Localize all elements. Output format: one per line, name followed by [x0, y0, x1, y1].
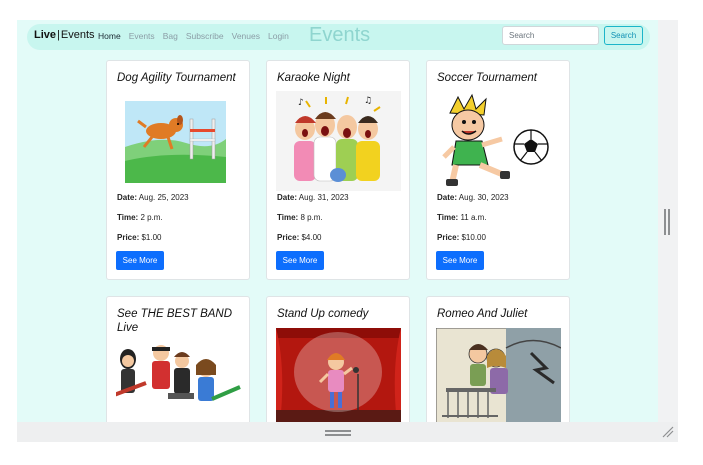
brand-left: Live [34, 29, 57, 41]
navbar: Live|Events Home Events Bag Subscribe Ve… [27, 24, 650, 50]
dog-agility-image [116, 95, 241, 187]
vertical-resize-handle[interactable] [664, 209, 670, 235]
event-price: Price: $4.00 [277, 233, 322, 242]
event-title: Dog Agility Tournament [117, 72, 236, 84]
time-label: Time: [117, 213, 139, 222]
nav-link-bag[interactable]: Bag [163, 31, 178, 41]
soccer-image [436, 91, 561, 191]
page-heading: Events [309, 24, 371, 46]
time-value: 8 p.m. [300, 213, 323, 222]
event-title: Soccer Tournament [437, 72, 537, 84]
event-card: See THE BEST BAND Live [106, 296, 250, 422]
brand-logo[interactable]: Live|Events [34, 29, 95, 41]
price-value: $1.00 [141, 233, 162, 242]
page-viewport[interactable]: Live|Events Home Events Bag Subscribe Ve… [17, 20, 658, 422]
search-button[interactable]: Search [604, 26, 643, 45]
romeo-juliet-image [436, 328, 561, 422]
svg-text:♪: ♪ [298, 98, 304, 108]
nav-links: Home Events Bag Subscribe Venues Login [98, 31, 289, 41]
date-value: Aug. 31, 2023 [298, 193, 349, 202]
event-price: Price: $10.00 [437, 233, 486, 242]
horizontal-resize-handle[interactable] [325, 430, 351, 436]
see-more-button[interactable]: See More [116, 251, 164, 270]
event-title: Karaoke Night [277, 72, 350, 84]
search-input[interactable] [502, 26, 599, 45]
brand-separator: | [57, 29, 60, 41]
nav-link-subscribe[interactable]: Subscribe [186, 31, 224, 41]
time-label: Time: [437, 213, 459, 222]
corner-resize-grip-icon[interactable] [660, 424, 676, 440]
brand-right: Events [60, 29, 95, 41]
event-time: Time: 2 p.m. [117, 213, 163, 222]
time-label: Time: [277, 213, 299, 222]
event-title: Stand Up comedy [277, 308, 369, 320]
date-label: Date: [437, 193, 458, 202]
price-value: $10.00 [461, 233, 486, 242]
date-label: Date: [277, 193, 298, 202]
event-time: Time: 11 a.m. [437, 213, 487, 222]
event-title: Romeo And Juliet [437, 308, 528, 320]
nav-link-venues[interactable]: Venues [232, 31, 260, 41]
preview-frame: Live|Events Home Events Bag Subscribe Ve… [17, 20, 678, 442]
event-date: Date: Aug. 31, 2023 [277, 193, 349, 202]
event-card: Dog Agility Tournament Date: Aug. 25, 20… [106, 60, 250, 280]
event-title: See THE BEST BAND Live [117, 308, 233, 334]
date-value: Aug. 25, 2023 [138, 193, 189, 202]
date-value: Aug. 30, 2023 [458, 193, 509, 202]
event-date: Date: Aug. 25, 2023 [117, 193, 189, 202]
event-card: Romeo And Juliet [426, 296, 570, 422]
event-price: Price: $1.00 [117, 233, 162, 242]
price-label: Price: [117, 233, 140, 242]
price-label: Price: [277, 233, 300, 242]
karaoke-image: ♪ ♫ [276, 91, 401, 191]
see-more-button[interactable]: See More [436, 251, 484, 270]
nav-link-home[interactable]: Home [98, 31, 121, 41]
time-value: 2 p.m. [140, 213, 163, 222]
band-image [116, 343, 241, 422]
nav-link-events[interactable]: Events [129, 31, 155, 41]
see-more-button[interactable]: See More [276, 251, 324, 270]
event-card: Stand Up comedy [266, 296, 410, 422]
price-label: Price: [437, 233, 460, 242]
price-value: $4.00 [301, 233, 322, 242]
event-date: Date: Aug. 30, 2023 [437, 193, 509, 202]
time-value: 11 a.m. [460, 213, 487, 222]
nav-link-login[interactable]: Login [268, 31, 289, 41]
svg-text:♫: ♫ [364, 96, 372, 106]
event-card: Karaoke Night ♪ ♫ Date: Aug. 31, 2023 Ti… [266, 60, 410, 280]
date-label: Date: [117, 193, 138, 202]
event-time: Time: 8 p.m. [277, 213, 323, 222]
comedy-image [276, 328, 401, 422]
event-card: Soccer Tournament Date: Aug. 30, 2023 Ti… [426, 60, 570, 280]
